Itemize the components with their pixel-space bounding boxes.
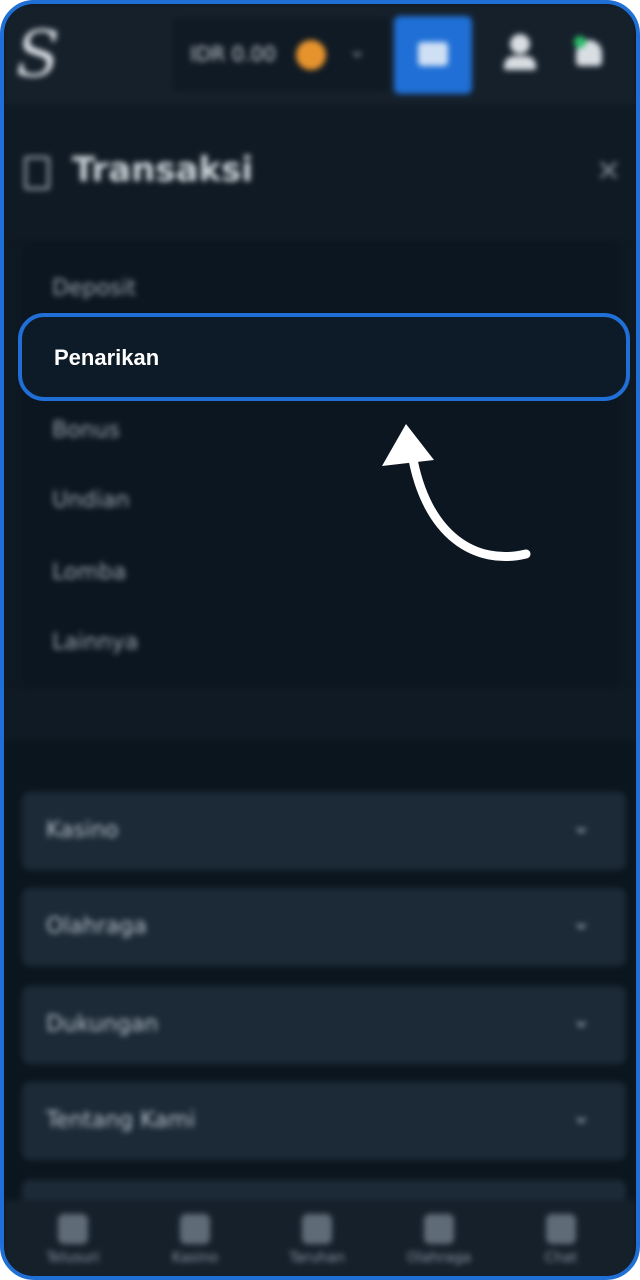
lower-menu: Kasino ⌄ Olahraga ⌄ Dukungan ⌄ Tentang K… bbox=[4, 740, 636, 1220]
wallet-icon bbox=[418, 42, 448, 66]
nav-label: Chat bbox=[544, 1250, 578, 1266]
chevron-down-icon: ⌄ bbox=[572, 814, 591, 839]
panel-header: Transaksi ✕ bbox=[4, 104, 636, 239]
accordion-kasino[interactable]: Kasino ⌄ bbox=[22, 792, 626, 870]
diamond-icon bbox=[180, 1214, 210, 1244]
balance-selector[interactable]: IDR 0.00 ⌄ bbox=[172, 18, 390, 92]
nav-label: Telusuri bbox=[46, 1250, 100, 1266]
search-icon bbox=[58, 1214, 88, 1244]
nav-label: Olahraga bbox=[406, 1250, 472, 1266]
nav-telusuri[interactable]: Telusuri bbox=[18, 1208, 128, 1274]
notification-icon[interactable] bbox=[572, 34, 606, 70]
menu-item-lomba[interactable]: Lomba bbox=[52, 560, 126, 585]
accordion-label: Tentang Kami bbox=[46, 1108, 196, 1133]
accordion-tentang-kami[interactable]: Tentang Kami ⌄ bbox=[22, 1082, 626, 1160]
accordion-olahraga[interactable]: Olahraga ⌄ bbox=[22, 888, 626, 966]
user-icon[interactable] bbox=[500, 34, 540, 74]
curved-arrow-icon bbox=[382, 424, 531, 562]
close-icon[interactable]: ✕ bbox=[596, 154, 621, 189]
menu-item-deposit[interactable]: Deposit bbox=[52, 276, 136, 301]
app-frame: S IDR 0.00 ⌄ Transaksi ✕ Deposit Bonus U… bbox=[0, 0, 640, 1280]
section-gap bbox=[4, 688, 636, 740]
nav-taruhan[interactable]: Taruhan bbox=[262, 1208, 372, 1274]
menu-item-undian[interactable]: Undian bbox=[52, 488, 130, 513]
accordion-dukungan[interactable]: Dukungan ⌄ bbox=[22, 986, 626, 1064]
menu-item-lainnya[interactable]: Lainnya bbox=[52, 630, 138, 655]
panel-title: Transaksi bbox=[72, 150, 254, 190]
menu-item-penarikan[interactable]: Penarikan bbox=[18, 313, 630, 401]
nav-kasino[interactable]: Kasino bbox=[140, 1208, 250, 1274]
menu-item-label: Penarikan bbox=[54, 345, 160, 370]
bottom-nav: Telusuri Kasino Taruhan Olahraga Chat bbox=[4, 1200, 636, 1276]
receipt-icon bbox=[24, 156, 50, 190]
accordion-label: Olahraga bbox=[46, 914, 147, 939]
ball-icon bbox=[424, 1214, 454, 1244]
nav-label: Taruhan bbox=[289, 1250, 345, 1266]
nav-olahraga[interactable]: Olahraga bbox=[384, 1208, 494, 1274]
balance-amount: IDR 0.00 bbox=[190, 42, 277, 66]
ticket-icon bbox=[302, 1214, 332, 1244]
chevron-down-icon: ⌄ bbox=[572, 910, 591, 935]
nav-chat[interactable]: Chat bbox=[506, 1208, 616, 1274]
chevron-down-icon: ⌄ bbox=[572, 1104, 591, 1129]
logo[interactable]: S bbox=[16, 22, 66, 88]
nav-label: Kasino bbox=[171, 1250, 219, 1266]
coin-icon bbox=[296, 40, 326, 70]
chat-icon bbox=[546, 1214, 576, 1244]
blurred-background: S IDR 0.00 ⌄ Transaksi ✕ Deposit Bonus U… bbox=[4, 4, 636, 1276]
top-bar: S IDR 0.00 ⌄ bbox=[4, 4, 636, 104]
wallet-button[interactable] bbox=[394, 16, 472, 94]
chevron-down-icon: ⌄ bbox=[572, 1008, 591, 1033]
accordion-label: Kasino bbox=[46, 818, 119, 843]
menu-item-bonus[interactable]: Bonus bbox=[52, 418, 120, 443]
chevron-down-icon: ⌄ bbox=[348, 38, 367, 63]
accordion-label: Dukungan bbox=[46, 1012, 159, 1037]
